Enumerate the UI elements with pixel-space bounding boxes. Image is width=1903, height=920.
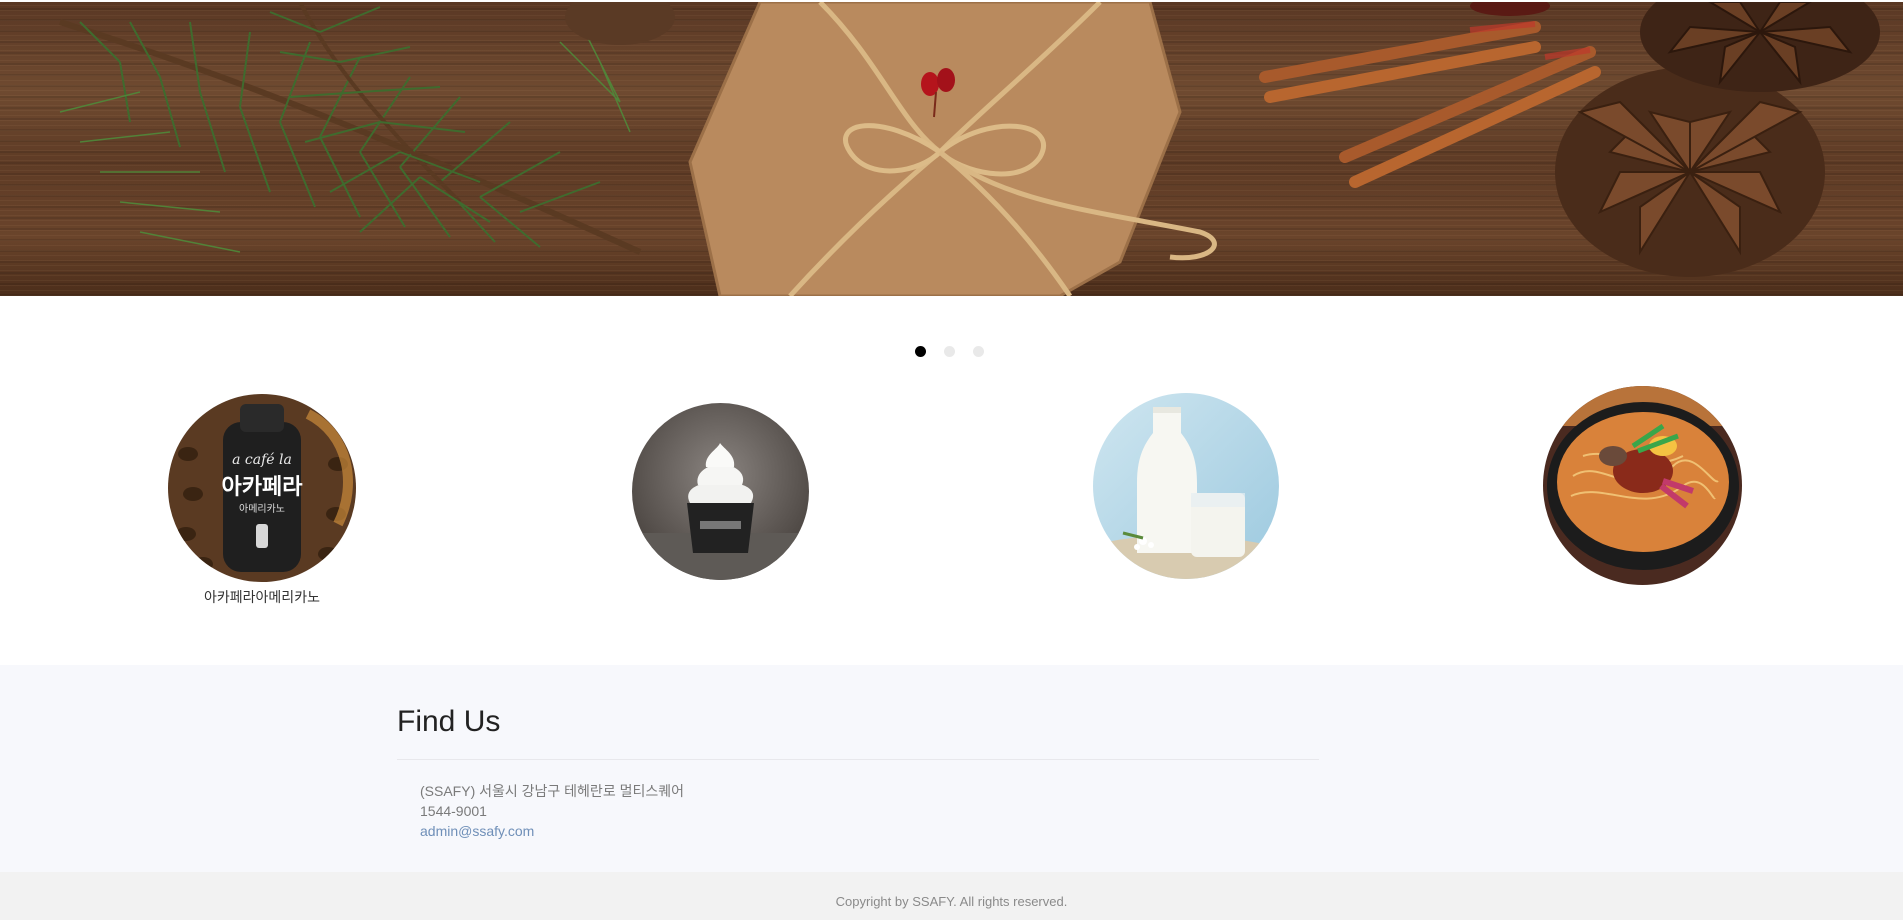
product-item-1[interactable]: a café la 아카페라 아메리카노 아카페라아메리카노 [168, 394, 356, 605]
product-item-4[interactable] [1543, 386, 1742, 585]
carousel-indicator-1[interactable] [915, 346, 926, 357]
carousel-indicator-2[interactable] [944, 346, 955, 357]
product-image-milk[interactable] [1093, 393, 1279, 579]
product-item-3[interactable] [1093, 393, 1279, 579]
hero-banner-image [59, 2, 1880, 296]
gift-box-image [688, 2, 1217, 296]
carousel-indicators [915, 346, 984, 358]
find-us-divider [397, 759, 1319, 760]
contact-email-link[interactable]: admin@ssafy.com [420, 823, 534, 839]
contact-address: (SSAFY) 서울시 강남구 테헤란로 멀티스퀘어 [420, 783, 684, 799]
find-us-section: Find Us (SSAFY) 서울시 강남구 테헤란로 멀티스퀘어 1544-… [0, 665, 1903, 872]
contact-info: (SSAFY) 서울시 강남구 테헤란로 멀티스퀘어 1544-9001 adm… [420, 781, 684, 841]
product-item-2[interactable] [632, 403, 809, 580]
svg-text:아카페라: 아카페라 [222, 475, 304, 500]
pine-branch-image [59, 2, 642, 255]
footer: Copyright by SSAFY. All rights reserved. [0, 872, 1903, 920]
contact-phone: 1544-9001 [420, 803, 487, 819]
product-image-acafela-americano[interactable]: a café la 아카페라 아메리카노 [168, 394, 356, 582]
product-image-ramen[interactable] [1543, 386, 1742, 585]
svg-text:아메리카노: 아메리카노 [239, 503, 285, 515]
product-image-ice-cream[interactable] [632, 403, 809, 580]
cinnamon-sticks-image [1259, 21, 1601, 188]
carousel-indicator-3[interactable] [973, 346, 984, 357]
product-label: 아카페라아메리카노 [204, 589, 320, 605]
footer-copyright: Copyright by SSAFY. All rights reserved. [835, 894, 1068, 909]
find-us-title: Find Us [397, 705, 501, 738]
hero-carousel-slide [0, 2, 1903, 296]
svg-text:a café la: a café la [232, 452, 292, 468]
